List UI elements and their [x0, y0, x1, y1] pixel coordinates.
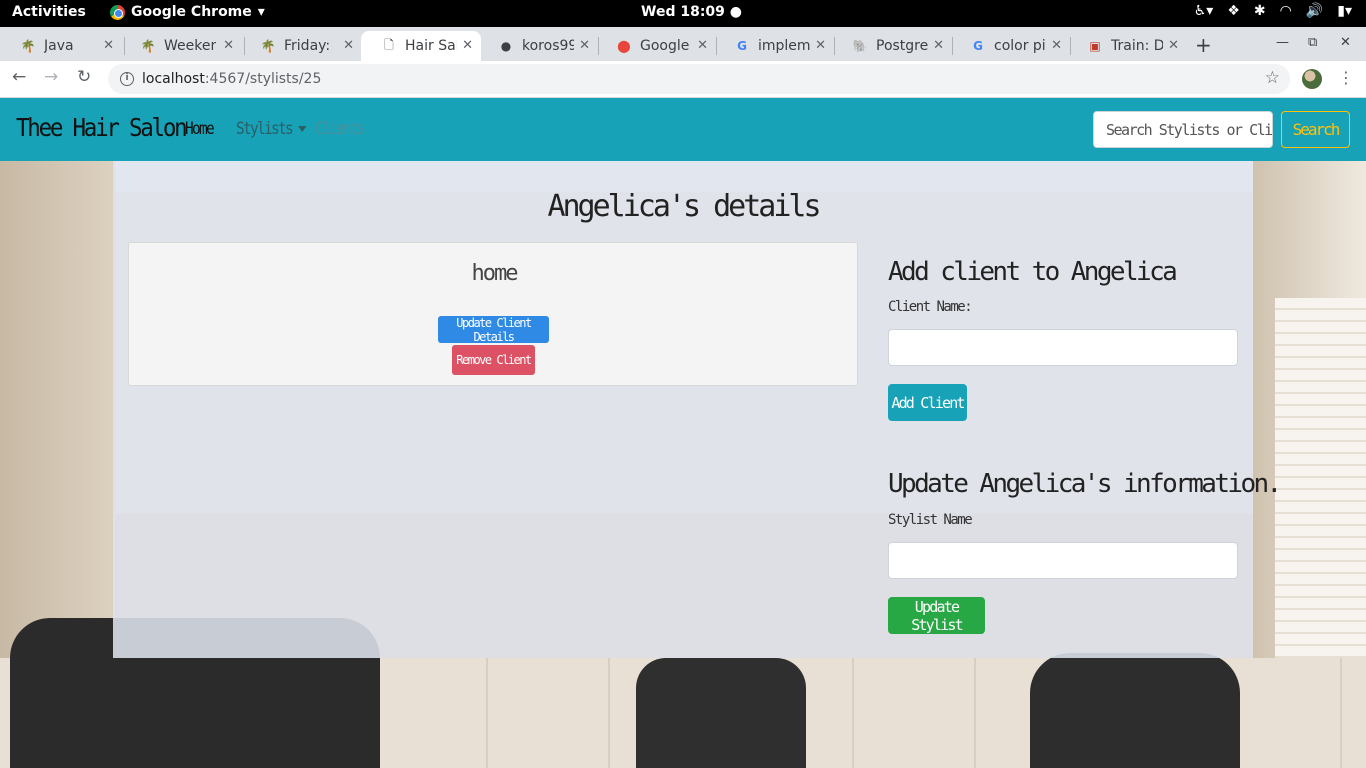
- client-name: home: [471, 261, 519, 286]
- url-path: :4567/stylists/25: [204, 71, 322, 87]
- new-tab-button[interactable]: +: [1195, 33, 1212, 57]
- tab-title: Train: D: [1111, 38, 1163, 54]
- nav-home[interactable]: Home: [185, 119, 215, 139]
- activities-button[interactable]: Activities: [12, 4, 86, 20]
- close-icon[interactable]: ✕: [697, 38, 708, 53]
- stylist-name-input[interactable]: [888, 542, 1238, 579]
- page-viewport: Thee Hair Salon Home Stylists Clients Se…: [0, 98, 1366, 768]
- wifi-icon[interactable]: ◠: [1280, 3, 1292, 19]
- firebase-icon: ⬤: [617, 39, 631, 53]
- url-host: localhost: [142, 71, 205, 87]
- kebab-menu-icon[interactable]: ⋮: [1338, 68, 1354, 87]
- background-photo: [1275, 298, 1366, 698]
- tab-title: Google: [640, 38, 690, 54]
- clock[interactable]: Wed 18:09 ●: [641, 4, 742, 20]
- app-menu[interactable]: Google Chrome ▾: [110, 4, 265, 20]
- tab-postgres[interactable]: 🐘 Postgre ✕: [832, 31, 952, 61]
- tree-icon: 🌴: [20, 39, 36, 53]
- avatar[interactable]: [1302, 69, 1322, 89]
- close-icon[interactable]: ✕: [815, 38, 826, 53]
- search-input[interactable]: [1093, 111, 1273, 148]
- update-stylist-button[interactable]: Update Stylist: [888, 597, 985, 634]
- tab-title: Java: [44, 38, 74, 54]
- background-photo: [636, 658, 806, 768]
- details-panel: Angelica's details home Update Client De…: [113, 161, 1282, 658]
- nav-stylists-dropdown[interactable]: Stylists: [236, 119, 307, 139]
- remove-client-button[interactable]: Remove Client: [452, 345, 535, 375]
- dropbox-icon[interactable]: ❖: [1227, 3, 1240, 19]
- close-icon[interactable]: ✕: [223, 38, 234, 53]
- volume-icon[interactable]: 🔊: [1306, 3, 1323, 19]
- train-icon: ▣: [1089, 39, 1101, 53]
- google-icon: G: [737, 39, 747, 53]
- info-icon[interactable]: i: [120, 72, 134, 86]
- tab-title: implem: [758, 38, 810, 54]
- client-card: home Update Client Details Remove Client: [128, 242, 858, 386]
- bookmark-star-icon[interactable]: ☆: [1265, 68, 1280, 88]
- tab-title: color pi: [994, 38, 1046, 54]
- site-navbar: Thee Hair Salon Home Stylists Clients Se…: [0, 98, 1366, 161]
- close-icon[interactable]: ✕: [462, 38, 473, 53]
- google-icon: G: [973, 39, 983, 53]
- reload-icon[interactable]: ↻: [77, 67, 91, 87]
- accessibility-icon[interactable]: ♿▾: [1194, 3, 1214, 19]
- tree-icon: 🌴: [260, 39, 276, 53]
- caret-down-icon: [297, 126, 307, 132]
- page-icon: 🗋: [384, 37, 394, 52]
- add-client-heading: Add client to Angelica: [888, 257, 1178, 287]
- forward-icon[interactable]: →: [44, 67, 58, 87]
- app-menu-label: Google Chrome: [131, 4, 252, 20]
- nav-stylists-label: Stylists: [236, 119, 294, 139]
- brand-logo[interactable]: Thee Hair Salon: [16, 113, 188, 142]
- restore-icon[interactable]: ⧉: [1308, 35, 1317, 50]
- tab-hair-salon[interactable]: 🗋 Hair Sal ✕: [361, 31, 481, 61]
- tab-implement[interactable]: Gimplem ✕: [714, 31, 834, 61]
- battery-icon[interactable]: ▮▾: [1337, 3, 1352, 19]
- add-client-button[interactable]: Add Client: [888, 384, 967, 421]
- close-icon[interactable]: ✕: [103, 38, 114, 53]
- tab-strip: 🌴Java✕ 🌴Weekend✕ 🌴Friday: I✕ 🗋Hair Sal✕ …: [0, 27, 1366, 61]
- tab-friday[interactable]: 🌴 Friday: I ✕: [240, 31, 362, 61]
- github-icon: ●: [500, 39, 512, 53]
- window-close-icon[interactable]: ✕: [1340, 35, 1351, 50]
- tab-train[interactable]: ▣ Train: D ✕: [1067, 31, 1187, 61]
- client-name-label: Client Name:: [888, 299, 973, 315]
- close-icon[interactable]: ✕: [933, 38, 944, 53]
- update-stylist-heading: Update Angelica's information.: [888, 469, 1282, 499]
- tab-weekend[interactable]: 🌴 Weekend ✕: [120, 31, 242, 61]
- background-photo: [1030, 653, 1240, 768]
- close-icon[interactable]: ✕: [343, 38, 354, 53]
- postgres-icon: 🐘: [852, 39, 868, 53]
- client-name-input[interactable]: [888, 329, 1238, 366]
- back-icon[interactable]: ←: [12, 67, 26, 87]
- tab-color-picker[interactable]: Gcolor pi ✕: [950, 31, 1070, 61]
- nav-clients[interactable]: Clients: [315, 119, 366, 139]
- tab-github[interactable]: ● koros99 ✕: [478, 31, 598, 61]
- tab-title: Weekend: [164, 38, 216, 54]
- address-bar[interactable]: i localhost:4567/stylists/25 ☆: [108, 64, 1290, 94]
- system-tray[interactable]: ♿▾ ❖ ✱ ◠ 🔊 ▮▾: [1194, 3, 1352, 19]
- chrome-icon: [110, 4, 125, 20]
- tab-java[interactable]: 🌴 Java ✕: [0, 31, 122, 61]
- update-client-button[interactable]: Update Client Details: [438, 316, 549, 344]
- tab-google-firebase[interactable]: ⬤ Google ✕: [596, 31, 716, 61]
- close-icon[interactable]: ✕: [579, 38, 590, 53]
- close-icon[interactable]: ✕: [1051, 38, 1062, 53]
- tab-title: Friday: I: [284, 38, 336, 54]
- slack-icon[interactable]: ✱: [1254, 3, 1266, 19]
- stylist-name-label: Stylist Name: [888, 512, 973, 528]
- minimize-icon[interactable]: —: [1276, 35, 1289, 50]
- tab-title: Hair Sal: [405, 38, 457, 54]
- tree-icon: 🌴: [140, 39, 156, 53]
- system-top-bar: Activities Google Chrome ▾ Wed 18:09 ● ♿…: [0, 0, 1366, 27]
- tab-title: Postgre: [876, 38, 928, 54]
- chevron-down-icon: ▾: [257, 4, 265, 20]
- page-title: Angelica's details: [547, 189, 821, 224]
- tab-title: koros99: [522, 38, 574, 54]
- close-icon[interactable]: ✕: [1168, 38, 1179, 53]
- search-button[interactable]: Search: [1281, 111, 1350, 148]
- browser-toolbar: ← → ↻ i localhost:4567/stylists/25 ☆ ⋮: [0, 61, 1366, 98]
